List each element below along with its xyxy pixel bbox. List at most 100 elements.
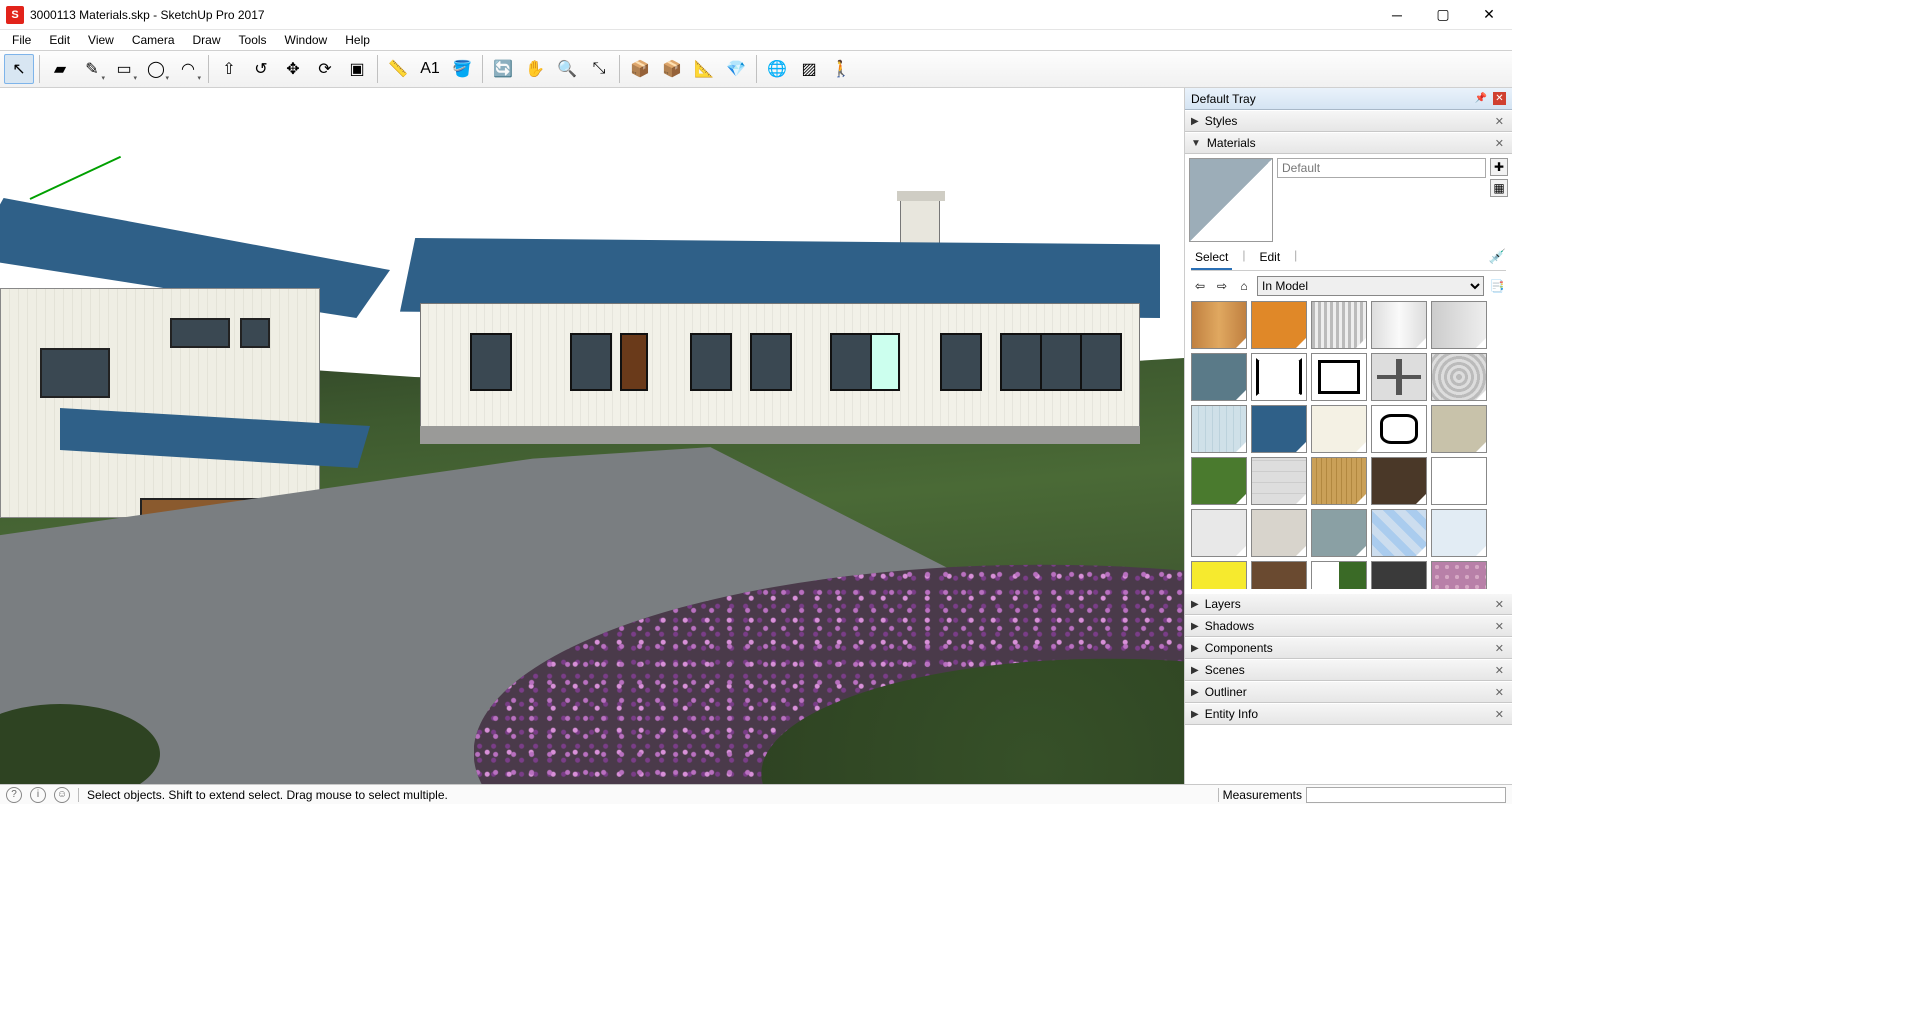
tool-zoom[interactable]: 🔍 (552, 54, 582, 84)
swatch-orange[interactable] (1251, 301, 1307, 349)
tool-move[interactable]: ✥ (278, 54, 308, 84)
tool-eraser[interactable]: ▰ (45, 54, 75, 84)
swatch-roof[interactable] (1251, 405, 1307, 453)
tray-close-button[interactable]: ✕ (1493, 92, 1506, 105)
menu-tools[interactable]: Tools (231, 31, 275, 49)
swatch-grey[interactable] (1191, 509, 1247, 557)
panel-close-icon[interactable]: ✕ (1493, 115, 1506, 128)
tool-arc[interactable]: ◠▾ (173, 54, 203, 84)
eyedropper-icon[interactable]: 💉 (1489, 248, 1506, 270)
library-menu-button[interactable]: 📑 (1488, 277, 1506, 295)
swatch-glass[interactable] (1371, 509, 1427, 557)
material-name-field[interactable]: Default (1277, 158, 1486, 178)
swatch-dark[interactable] (1371, 457, 1427, 505)
swatch-cream[interactable] (1311, 405, 1367, 453)
swatch-metal[interactable] (1371, 301, 1427, 349)
swatch-yellow[interactable] (1191, 561, 1247, 589)
measurements-input[interactable] (1306, 787, 1506, 803)
swatch-stripes[interactable] (1311, 301, 1367, 349)
tool-rectangle[interactable]: ▭▾ (109, 54, 139, 84)
tool-tape[interactable]: 📏 (383, 54, 413, 84)
tool-orbit[interactable]: 🔄 (488, 54, 518, 84)
panel-close-icon[interactable]: ✕ (1493, 137, 1506, 150)
tool-person[interactable]: 🚶 (826, 54, 856, 84)
user-icon[interactable]: ☺ (54, 787, 70, 803)
tool-warehouse[interactable]: 📦 (625, 54, 655, 84)
nav-fwd-button[interactable]: ⇨ (1213, 277, 1231, 295)
swatch-darkgrey[interactable] (1371, 561, 1427, 589)
panel-outliner-header[interactable]: ▶Outliner✕ (1185, 681, 1512, 703)
close-button[interactable]: ✕ (1466, 0, 1512, 30)
swatch-frame[interactable] (1311, 353, 1367, 401)
menu-file[interactable]: File (4, 31, 39, 49)
panel-close-icon[interactable]: ✕ (1493, 620, 1506, 633)
swatch-noise[interactable] (1251, 509, 1307, 557)
panel-entity-info-header[interactable]: ▶Entity Info✕ (1185, 703, 1512, 725)
menu-edit[interactable]: Edit (41, 31, 78, 49)
swatch-stone[interactable] (1431, 405, 1487, 453)
swatch-plus[interactable] (1371, 353, 1427, 401)
panel-materials-header[interactable]: ▼ Materials ✕ (1185, 132, 1512, 154)
material-options-button[interactable]: ▦ (1490, 179, 1508, 197)
menu-camera[interactable]: Camera (124, 31, 183, 49)
panel-scenes-header[interactable]: ▶Scenes✕ (1185, 659, 1512, 681)
swatch-steel[interactable] (1431, 301, 1487, 349)
tool-pencil[interactable]: ✎▾ (77, 54, 107, 84)
swatch-ltblue[interactable] (1191, 405, 1247, 453)
panel-close-icon[interactable]: ✕ (1493, 664, 1506, 677)
pin-icon[interactable]: 📌 (1472, 93, 1490, 104)
tool-pan[interactable]: ✋ (520, 54, 550, 84)
tool-ext-warehouse[interactable]: 📦 (657, 54, 687, 84)
tray-header[interactable]: Default Tray 📌 ✕ (1185, 88, 1512, 110)
tool-scale[interactable]: ▣ (342, 54, 372, 84)
tool-zoom-extents[interactable]: ⤡ (584, 54, 614, 84)
maximize-button[interactable]: ▢ (1420, 0, 1466, 30)
swatch-ice[interactable] (1431, 509, 1487, 557)
tab-select[interactable]: Select (1191, 248, 1232, 270)
tool-select[interactable]: ↖ (4, 54, 34, 84)
tab-edit[interactable]: Edit (1255, 248, 1284, 270)
panel-styles-header[interactable]: ▶Styles✕ (1185, 110, 1512, 132)
tool-rotate[interactable]: ⟳ (310, 54, 340, 84)
swatch-wood[interactable] (1191, 301, 1247, 349)
panel-close-icon[interactable]: ✕ (1493, 708, 1506, 721)
swatch-grass2[interactable] (1311, 561, 1367, 589)
info-icon[interactable]: i (30, 787, 46, 803)
tool-layout[interactable]: 📐 (689, 54, 719, 84)
nav-home-button[interactable]: ⌂ (1235, 277, 1253, 295)
swatch-pebble[interactable] (1431, 561, 1487, 589)
tool-offset[interactable]: ↺ (246, 54, 276, 84)
create-material-button[interactable]: ✚ (1490, 158, 1508, 176)
swatch-slate[interactable] (1311, 509, 1367, 557)
help-icon[interactable]: ? (6, 787, 22, 803)
panel-components-header[interactable]: ▶Components✕ (1185, 637, 1512, 659)
swatch-ornate[interactable] (1431, 353, 1487, 401)
tool-text[interactable]: A1 (415, 54, 445, 84)
nav-back-button[interactable]: ⇦ (1191, 277, 1209, 295)
swatch-bluegrey[interactable] (1191, 353, 1247, 401)
menu-help[interactable]: Help (337, 31, 378, 49)
panel-close-icon[interactable]: ✕ (1493, 642, 1506, 655)
swatch-mulch[interactable] (1251, 561, 1307, 589)
swatch-oak[interactable] (1311, 457, 1367, 505)
tool-pushpull[interactable]: ⇧ (214, 54, 244, 84)
swatch-tile[interactable] (1251, 457, 1307, 505)
library-select[interactable]: In Model (1257, 276, 1484, 296)
menu-view[interactable]: View (80, 31, 122, 49)
tool-paint[interactable]: 🪣 (447, 54, 477, 84)
model-viewport[interactable] (0, 88, 1184, 784)
swatch-grass[interactable] (1191, 457, 1247, 505)
panel-close-icon[interactable]: ✕ (1493, 598, 1506, 611)
tool-advanced[interactable]: 💎 (721, 54, 751, 84)
menu-window[interactable]: Window (277, 31, 336, 49)
panel-shadows-header[interactable]: ▶Shadows✕ (1185, 615, 1512, 637)
minimize-button[interactable]: ─ (1374, 0, 1420, 30)
tool-geo[interactable]: 🌐 (762, 54, 792, 84)
menu-draw[interactable]: Draw (185, 31, 229, 49)
swatch-x[interactable] (1251, 353, 1307, 401)
tool-shadow[interactable]: ▨ (794, 54, 824, 84)
swatch-octa[interactable] (1371, 405, 1427, 453)
tool-circle[interactable]: ◯▾ (141, 54, 171, 84)
swatch-white[interactable] (1431, 457, 1487, 505)
panel-layers-header[interactable]: ▶Layers✕ (1185, 593, 1512, 615)
